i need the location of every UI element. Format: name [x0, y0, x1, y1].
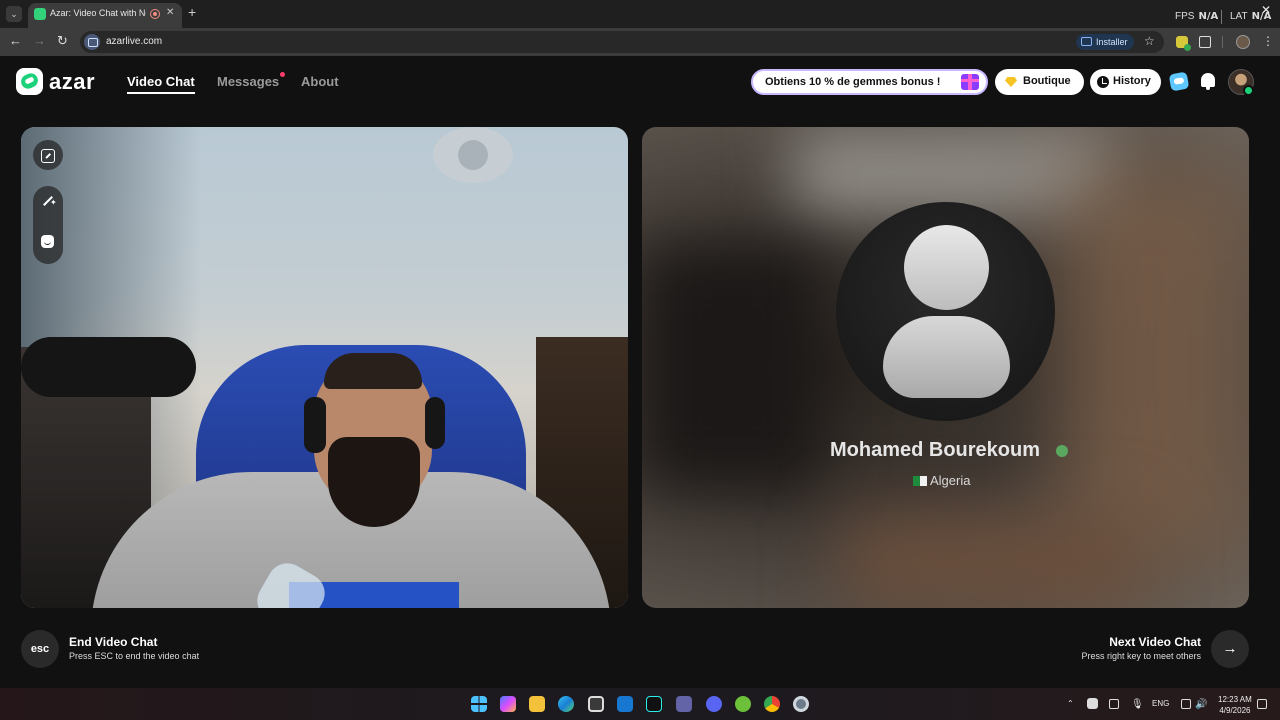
boutique-label: Boutique — [1023, 75, 1071, 87]
verified-badge-icon — [1056, 445, 1068, 457]
face-filter-icon[interactable] — [41, 235, 54, 248]
messages-notification-dot — [280, 72, 285, 77]
edge-icon[interactable] — [558, 696, 574, 712]
tray-overflow-icon[interactable]: ⌃ — [1067, 699, 1074, 708]
nav-messages[interactable]: Messages — [217, 74, 279, 89]
bookmark-star-icon[interactable]: ☆ — [1144, 34, 1155, 48]
video-scene — [328, 437, 420, 527]
system-clock[interactable]: 12:23 AM 4/9/2026 — [1218, 694, 1252, 716]
video-scene — [304, 397, 326, 453]
gem-bonus-promo-button[interactable]: Obtiens 10 % de gemmes bonus ! — [751, 69, 988, 95]
recording-indicator-icon — [150, 9, 160, 19]
peer-country: Algeria — [913, 473, 970, 488]
file-explorer-icon[interactable] — [529, 696, 545, 712]
person-silhouette-icon — [883, 316, 1010, 398]
copilot-icon[interactable] — [500, 696, 516, 712]
gem-store-icon[interactable] — [1168, 71, 1190, 92]
clock-icon — [1097, 76, 1109, 88]
microphone-icon[interactable]: 🎙 — [1131, 699, 1144, 710]
forward-icon[interactable]: → — [33, 34, 46, 48]
browser-profile-avatar[interactable] — [1236, 35, 1250, 49]
nav-video-chat[interactable]: Video Chat — [127, 74, 195, 89]
new-tab-icon[interactable]: + — [188, 5, 196, 19]
extension-icon[interactable] — [1176, 36, 1191, 51]
blurred-background — [1062, 167, 1249, 567]
fps-readout: FPS N/A — [1175, 11, 1219, 22]
next-chat-button[interactable]: → — [1211, 630, 1249, 668]
volume-icon[interactable]: 🔊 — [1195, 699, 1207, 710]
url-text: azarlive.com — [106, 36, 163, 47]
video-scene — [324, 353, 422, 389]
end-chat-button[interactable]: esc — [21, 630, 59, 668]
sync-tray-icon[interactable] — [1109, 699, 1119, 709]
back-icon[interactable]: ← — [9, 34, 22, 48]
azar-favicon-icon — [34, 8, 46, 20]
notifications-icon[interactable] — [1257, 699, 1267, 709]
reload-icon[interactable]: ↻ — [57, 34, 68, 48]
algeria-flag-icon — [913, 476, 927, 486]
site-info-icon[interactable] — [84, 34, 100, 50]
end-chat-hint: Press ESC to end the video chat — [69, 651, 200, 661]
expand-icon — [41, 149, 55, 163]
next-chat-title: Next Video Chat — [1109, 635, 1201, 649]
extensions-puzzle-icon[interactable] — [1199, 36, 1211, 48]
sparkle-icon: ✦ — [50, 198, 57, 207]
next-chat-hint: Press right key to meet others — [1081, 651, 1201, 661]
divider — [1222, 36, 1223, 48]
history-button[interactable]: History — [1090, 69, 1161, 95]
address-bar[interactable]: azarlive.com Installer ☆ — [80, 31, 1164, 53]
gift-icon — [961, 74, 979, 90]
active-nav-indicator — [127, 92, 195, 94]
outlook-icon[interactable] — [617, 696, 633, 712]
video-scene — [21, 337, 196, 397]
divider — [1221, 10, 1222, 24]
network-icon[interactable] — [1181, 699, 1191, 709]
discord-tray-icon[interactable] — [1087, 698, 1098, 709]
browser-menu-icon[interactable]: ⋮ — [1262, 34, 1274, 48]
nav-about[interactable]: About — [301, 74, 339, 89]
tiktok-icon[interactable] — [646, 696, 662, 712]
history-label: History — [1113, 75, 1151, 87]
browser-tab[interactable]: Azar: Video Chat with New ✕ — [28, 3, 182, 28]
video-scene — [433, 127, 513, 183]
avatar-status-badge — [1243, 85, 1254, 96]
peer-name: Mohamed Bourekoum — [829, 439, 1041, 461]
tab-close-icon[interactable]: ✕ — [166, 7, 174, 18]
tab-search-icon[interactable]: ⌄ — [6, 6, 22, 22]
video-scene — [425, 397, 445, 449]
local-video-feed — [21, 127, 628, 608]
tab-title: Azar: Video Chat with New — [50, 8, 146, 18]
browser-tab-bar: ⌄ Azar: Video Chat with New ✕ + FPSN/A L… — [0, 0, 1280, 28]
boutique-button[interactable]: Boutique — [995, 69, 1084, 95]
azar-logo-icon[interactable] — [16, 68, 43, 95]
window-close-icon[interactable]: ✕ — [1261, 3, 1271, 17]
store-icon[interactable] — [588, 696, 604, 712]
blurred-background — [842, 517, 1142, 608]
utorrent-icon[interactable] — [735, 696, 751, 712]
notification-bell-icon[interactable] — [1201, 73, 1215, 90]
install-app-button[interactable]: Installer — [1076, 34, 1134, 50]
windows-taskbar: ⌃ 🎙 ENG 🔊 — [0, 688, 1280, 720]
browser-toolbar: ← → ↻ azarlive.com Installer ☆ ⋮ — [0, 28, 1280, 56]
end-chat-title: End Video Chat — [69, 635, 158, 649]
language-indicator[interactable]: ENG — [1152, 699, 1169, 708]
gem-icon — [1005, 77, 1017, 87]
discord-icon[interactable] — [706, 696, 722, 712]
azar-logo-text[interactable]: azar — [49, 69, 95, 95]
promo-label: Obtiens 10 % de gemmes bonus ! — [765, 76, 941, 88]
person-silhouette-icon — [904, 225, 989, 310]
install-icon — [1081, 37, 1092, 46]
teams-icon[interactable] — [676, 696, 692, 712]
settings-icon[interactable] — [793, 696, 809, 712]
start-icon[interactable] — [471, 696, 487, 712]
chrome-icon[interactable] — [764, 696, 780, 712]
